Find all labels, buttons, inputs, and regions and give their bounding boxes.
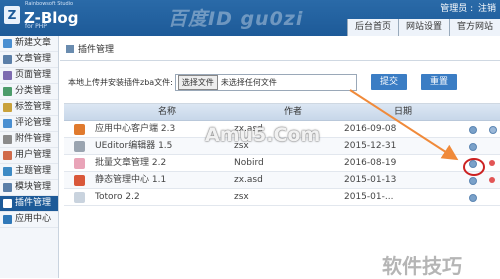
plugin-icon	[74, 141, 85, 152]
plugin-settings-icon[interactable]	[469, 126, 477, 134]
plugin-name: Totoro 2.2	[95, 192, 140, 202]
sidebar-item[interactable]: 分类管理	[0, 84, 58, 100]
sidebar-item[interactable]: 主题管理	[0, 164, 58, 180]
page-title-text: 插件管理	[78, 45, 115, 55]
sidebar-item[interactable]: 新建文章	[0, 36, 58, 52]
highlight-circle	[463, 158, 485, 176]
sidebar-item[interactable]: 模块管理	[0, 180, 58, 196]
watermark-center: Amu5.Com	[205, 124, 321, 146]
tab-official-site[interactable]: 官方网站	[448, 19, 500, 36]
top-header: Z Rainbowsoft Studio Z-Blog for PHP 百度ID…	[0, 0, 500, 36]
logo-studio-text: Rainbowsoft Studio	[25, 1, 74, 7]
plugin-icon	[74, 124, 85, 135]
table-row: 静态管理中心 1.1 zx.asd 2015-01-13	[64, 172, 500, 189]
plugin-table: 名称 作者 日期 应用中心客户端 2.3 zx.asd 2016-09-08 UEdi…	[64, 103, 500, 206]
plugin-icon	[74, 192, 85, 203]
plugin-settings-icon[interactable]	[469, 194, 477, 202]
sidebar-item-label: 标签管理	[15, 102, 52, 112]
sidebar-item-label: 用户管理	[15, 150, 52, 160]
sidebar-item-label: 插件管理	[15, 198, 52, 208]
sidebar-item-icon	[3, 55, 12, 64]
page-title: 插件管理	[66, 42, 114, 55]
table-row: 批量文章管理 2.2 Nobird 2016-08-19	[64, 155, 500, 172]
sidebar-item-icon	[3, 87, 12, 96]
plugin-date: 2015-12-31	[344, 141, 397, 151]
plugin-icon	[74, 175, 85, 186]
plugin-author: zx.asd	[234, 175, 263, 185]
sidebar-item-label: 文章管理	[15, 54, 52, 64]
sidebar-item[interactable]: 文章管理	[0, 52, 58, 68]
plugin-date: 2015-01-13	[344, 175, 397, 185]
plugin-name: 静态管理中心 1.1	[95, 175, 167, 185]
sidebar-item-label: 分类管理	[15, 86, 52, 96]
sidebar-item[interactable]: 标签管理	[0, 100, 58, 116]
sidebar-item-icon	[3, 167, 12, 176]
plugin-icon	[74, 158, 85, 169]
tab-site-settings[interactable]: 网站设置	[397, 19, 449, 36]
sidebar-item[interactable]: 用户管理	[0, 148, 58, 164]
plugin-disable-icon[interactable]	[489, 160, 495, 166]
plugin-name: 应用中心客户端 2.3	[95, 124, 176, 134]
plugin-disable-icon[interactable]	[489, 177, 495, 183]
sidebar-item-icon	[3, 215, 12, 224]
table-header: 名称 作者 日期	[64, 104, 500, 121]
sidebar-item-icon	[3, 199, 12, 208]
sidebar-item-label: 评论管理	[15, 118, 52, 128]
upload-label: 本地上传并安装插件zba文件:	[68, 77, 173, 87]
watermark-bottom: 软件技巧	[382, 254, 462, 278]
plugin-settings-icon[interactable]	[469, 143, 477, 151]
main-content: 插件管理 本地上传并安装插件zba文件: 选择文件 未选择任何文件 提交 重置 …	[60, 36, 500, 278]
table-row: Totoro 2.2 zsx 2015-01-...	[64, 189, 500, 206]
top-tabs: 后台首页 网站设置 官方网站	[346, 19, 500, 36]
sidebar-item[interactable]: 页面管理	[0, 68, 58, 84]
sidebar-item[interactable]: 附件管理	[0, 132, 58, 148]
sidebar-item-icon	[3, 135, 12, 144]
sidebar-item-icon	[3, 183, 12, 192]
sidebar-item-icon	[3, 71, 12, 80]
sidebar-item-label: 新建文章	[15, 38, 52, 48]
plugin-settings-icon[interactable]	[469, 177, 477, 185]
reset-button[interactable]: 重置	[421, 74, 458, 90]
plugin-author: Nobird	[234, 158, 264, 168]
header-author: 作者	[284, 107, 303, 117]
sidebar-item-label: 附件管理	[15, 134, 52, 144]
file-input[interactable]: 选择文件 未选择任何文件	[174, 73, 357, 91]
sidebar-item-label: 页面管理	[15, 70, 52, 80]
zblog-logo[interactable]: Z Rainbowsoft Studio Z-Blog for PHP	[4, 1, 78, 34]
plugin-name: 批量文章管理 2.2	[95, 158, 167, 168]
sidebar-item-icon	[3, 151, 12, 160]
sidebar-item-icon	[3, 119, 12, 128]
user-label: 管理员 :	[440, 4, 474, 14]
sidebar-item-icon	[3, 103, 12, 112]
header-date: 日期	[394, 107, 413, 117]
user-info: 管理员 : 注销	[438, 1, 496, 14]
plugin-name: UEditor编辑器 1.5	[95, 141, 173, 151]
logo-sub-text: for PHP	[25, 23, 47, 30]
plugin-author: zsx	[234, 192, 249, 202]
plugin-manage-icon[interactable]	[489, 126, 497, 134]
sidebar: 新建文章文章管理页面管理分类管理标签管理评论管理附件管理用户管理主题管理模块管理…	[0, 36, 59, 278]
plugin-date: 2016-09-08	[344, 124, 397, 134]
watermark-top: 百度ID gu0zi	[168, 8, 304, 30]
file-status: 未选择任何文件	[220, 77, 277, 87]
header-name: 名称	[158, 107, 177, 117]
sidebar-item[interactable]: 应用中心	[0, 212, 58, 228]
plugin-title-icon	[66, 44, 74, 53]
sidebar-item-label: 模块管理	[15, 182, 52, 192]
tab-admin-home[interactable]: 后台首页	[346, 19, 398, 36]
sidebar-item[interactable]: 评论管理	[0, 116, 58, 132]
submit-button[interactable]: 提交	[371, 74, 408, 90]
plugin-date: 2015-01-...	[344, 192, 394, 202]
sidebar-item-label: 主题管理	[15, 166, 52, 176]
sidebar-item-label: 应用中心	[15, 214, 52, 224]
sidebar-item-icon	[3, 39, 12, 48]
divider	[60, 60, 500, 61]
upload-row: 本地上传并安装插件zba文件: 选择文件 未选择任何文件	[68, 73, 357, 91]
logo-mark-icon: Z	[4, 6, 20, 24]
choose-file-button[interactable]: 选择文件	[177, 74, 218, 90]
sidebar-item[interactable]: 插件管理	[0, 196, 58, 212]
plugin-date: 2016-08-19	[344, 158, 397, 168]
logout-link[interactable]: 注销	[478, 4, 496, 14]
